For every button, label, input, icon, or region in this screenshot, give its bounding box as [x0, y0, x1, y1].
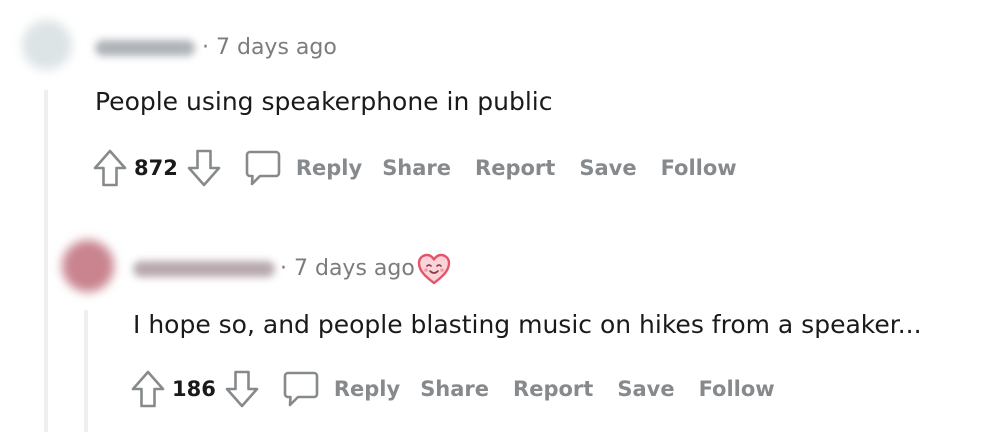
timestamp[interactable]: 7 days ago — [294, 256, 415, 281]
report-button[interactable]: Report — [513, 377, 593, 401]
comment-thread: · 7 days ago People using speakerphone i… — [0, 0, 1006, 432]
meta-separator: · — [280, 256, 294, 281]
save-button[interactable]: Save — [617, 377, 674, 401]
share-button[interactable]: Share — [420, 377, 489, 401]
downvote-icon[interactable] — [186, 148, 222, 188]
comment-body: People using speakerphone in public — [95, 87, 553, 116]
upvote-icon[interactable] — [92, 148, 128, 188]
avatar[interactable] — [22, 20, 72, 70]
thread-line[interactable] — [84, 310, 88, 432]
meta-separator: · — [202, 35, 216, 60]
avatar[interactable] — [62, 240, 114, 292]
upvote-icon[interactable] — [130, 369, 166, 409]
comment-bubble-icon — [282, 369, 320, 409]
reply-label: Reply — [295, 156, 363, 180]
reply-button[interactable]: Reply — [282, 369, 400, 409]
follow-button[interactable]: Follow — [699, 377, 775, 401]
downvote-icon[interactable] — [224, 369, 260, 409]
save-button[interactable]: Save — [579, 156, 636, 180]
vote-score: 186 — [172, 377, 216, 401]
username-blurred[interactable] — [95, 40, 195, 56]
username-blurred[interactable] — [133, 261, 275, 277]
comment-bubble-icon — [244, 148, 282, 188]
follow-button[interactable]: Follow — [661, 156, 737, 180]
report-button[interactable]: Report — [475, 156, 555, 180]
heart-face-icon — [416, 252, 452, 286]
comment-actions: 186 Reply Share Report Save Follow — [130, 369, 799, 409]
comment-meta: · 7 days ago — [202, 37, 337, 59]
comment-body: I hope so, and people blasting music on … — [133, 310, 922, 339]
thread-line[interactable] — [44, 90, 48, 432]
reply-button[interactable]: Reply — [244, 148, 362, 188]
vote-score: 872 — [134, 156, 178, 180]
share-button[interactable]: Share — [382, 156, 451, 180]
comment-meta: · 7 days ago — [280, 258, 415, 280]
comment-actions: 872 Reply Share Report Save Follow — [92, 148, 761, 188]
timestamp[interactable]: 7 days ago — [216, 35, 337, 60]
reply-label: Reply — [333, 377, 401, 401]
